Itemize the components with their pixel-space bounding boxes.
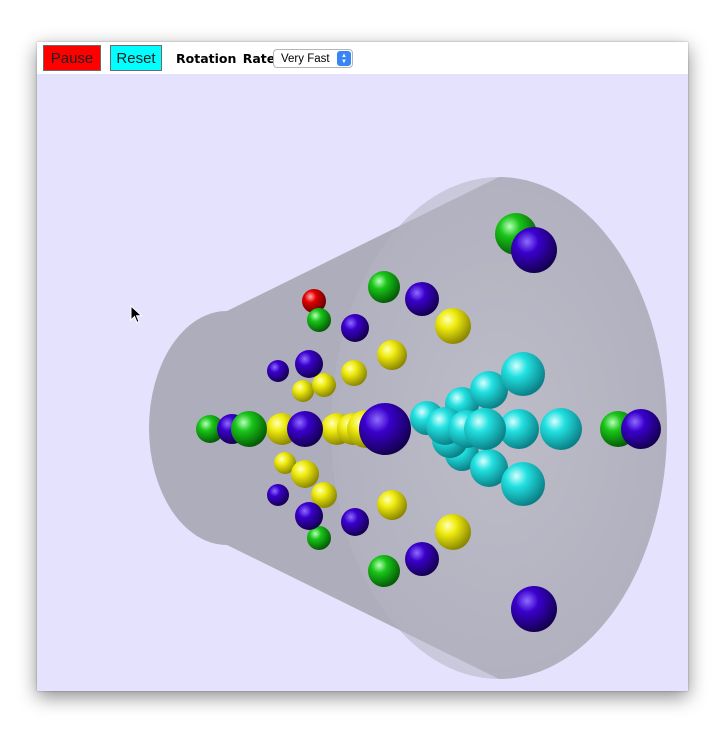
blue-sphere xyxy=(405,282,439,316)
blue-sphere xyxy=(621,409,661,449)
arrow-cursor-icon xyxy=(130,305,143,324)
yellow-sphere xyxy=(312,373,336,397)
blue-sphere xyxy=(267,360,289,382)
chevron-updown-icon: ▲ ▼ xyxy=(337,51,351,66)
blue-sphere xyxy=(511,586,557,632)
rotation-rate-value: Very Fast xyxy=(281,52,330,65)
yellow-sphere xyxy=(435,308,471,344)
green-sphere xyxy=(307,308,331,332)
rotation-rate-label: Rotation Rate xyxy=(176,51,276,66)
rotation-rate-select[interactable]: Very Fast ▲ ▼ xyxy=(273,49,353,68)
molecule-scene xyxy=(149,177,667,679)
blue-sphere xyxy=(267,484,289,506)
green-sphere xyxy=(368,271,400,303)
blue-sphere xyxy=(359,403,411,455)
cyan-sphere xyxy=(501,352,545,396)
pause-button[interactable]: Pause xyxy=(43,45,101,71)
reset-button[interactable]: Reset xyxy=(110,45,162,71)
yellow-sphere xyxy=(341,360,367,386)
green-sphere xyxy=(231,411,267,447)
green-sphere xyxy=(368,555,400,587)
blue-sphere xyxy=(295,350,323,378)
toolbar: Pause Reset Rotation Rate Very Fast ▲ ▼ xyxy=(37,42,688,74)
blue-sphere xyxy=(287,411,323,447)
yellow-sphere xyxy=(377,340,407,370)
yellow-sphere xyxy=(292,380,314,402)
blue-sphere xyxy=(295,502,323,530)
yellow-sphere xyxy=(291,460,319,488)
blue-sphere xyxy=(341,314,369,342)
yellow-sphere xyxy=(435,514,471,550)
cyan-sphere xyxy=(464,408,506,450)
cyan-sphere xyxy=(540,408,582,450)
app-window: Pause Reset Rotation Rate Very Fast ▲ ▼ xyxy=(37,42,688,691)
cyan-sphere xyxy=(501,462,545,506)
yellow-sphere xyxy=(377,490,407,520)
blue-sphere xyxy=(341,508,369,536)
3d-viewport[interactable] xyxy=(37,74,688,691)
blue-sphere xyxy=(405,542,439,576)
blue-sphere xyxy=(511,227,557,273)
